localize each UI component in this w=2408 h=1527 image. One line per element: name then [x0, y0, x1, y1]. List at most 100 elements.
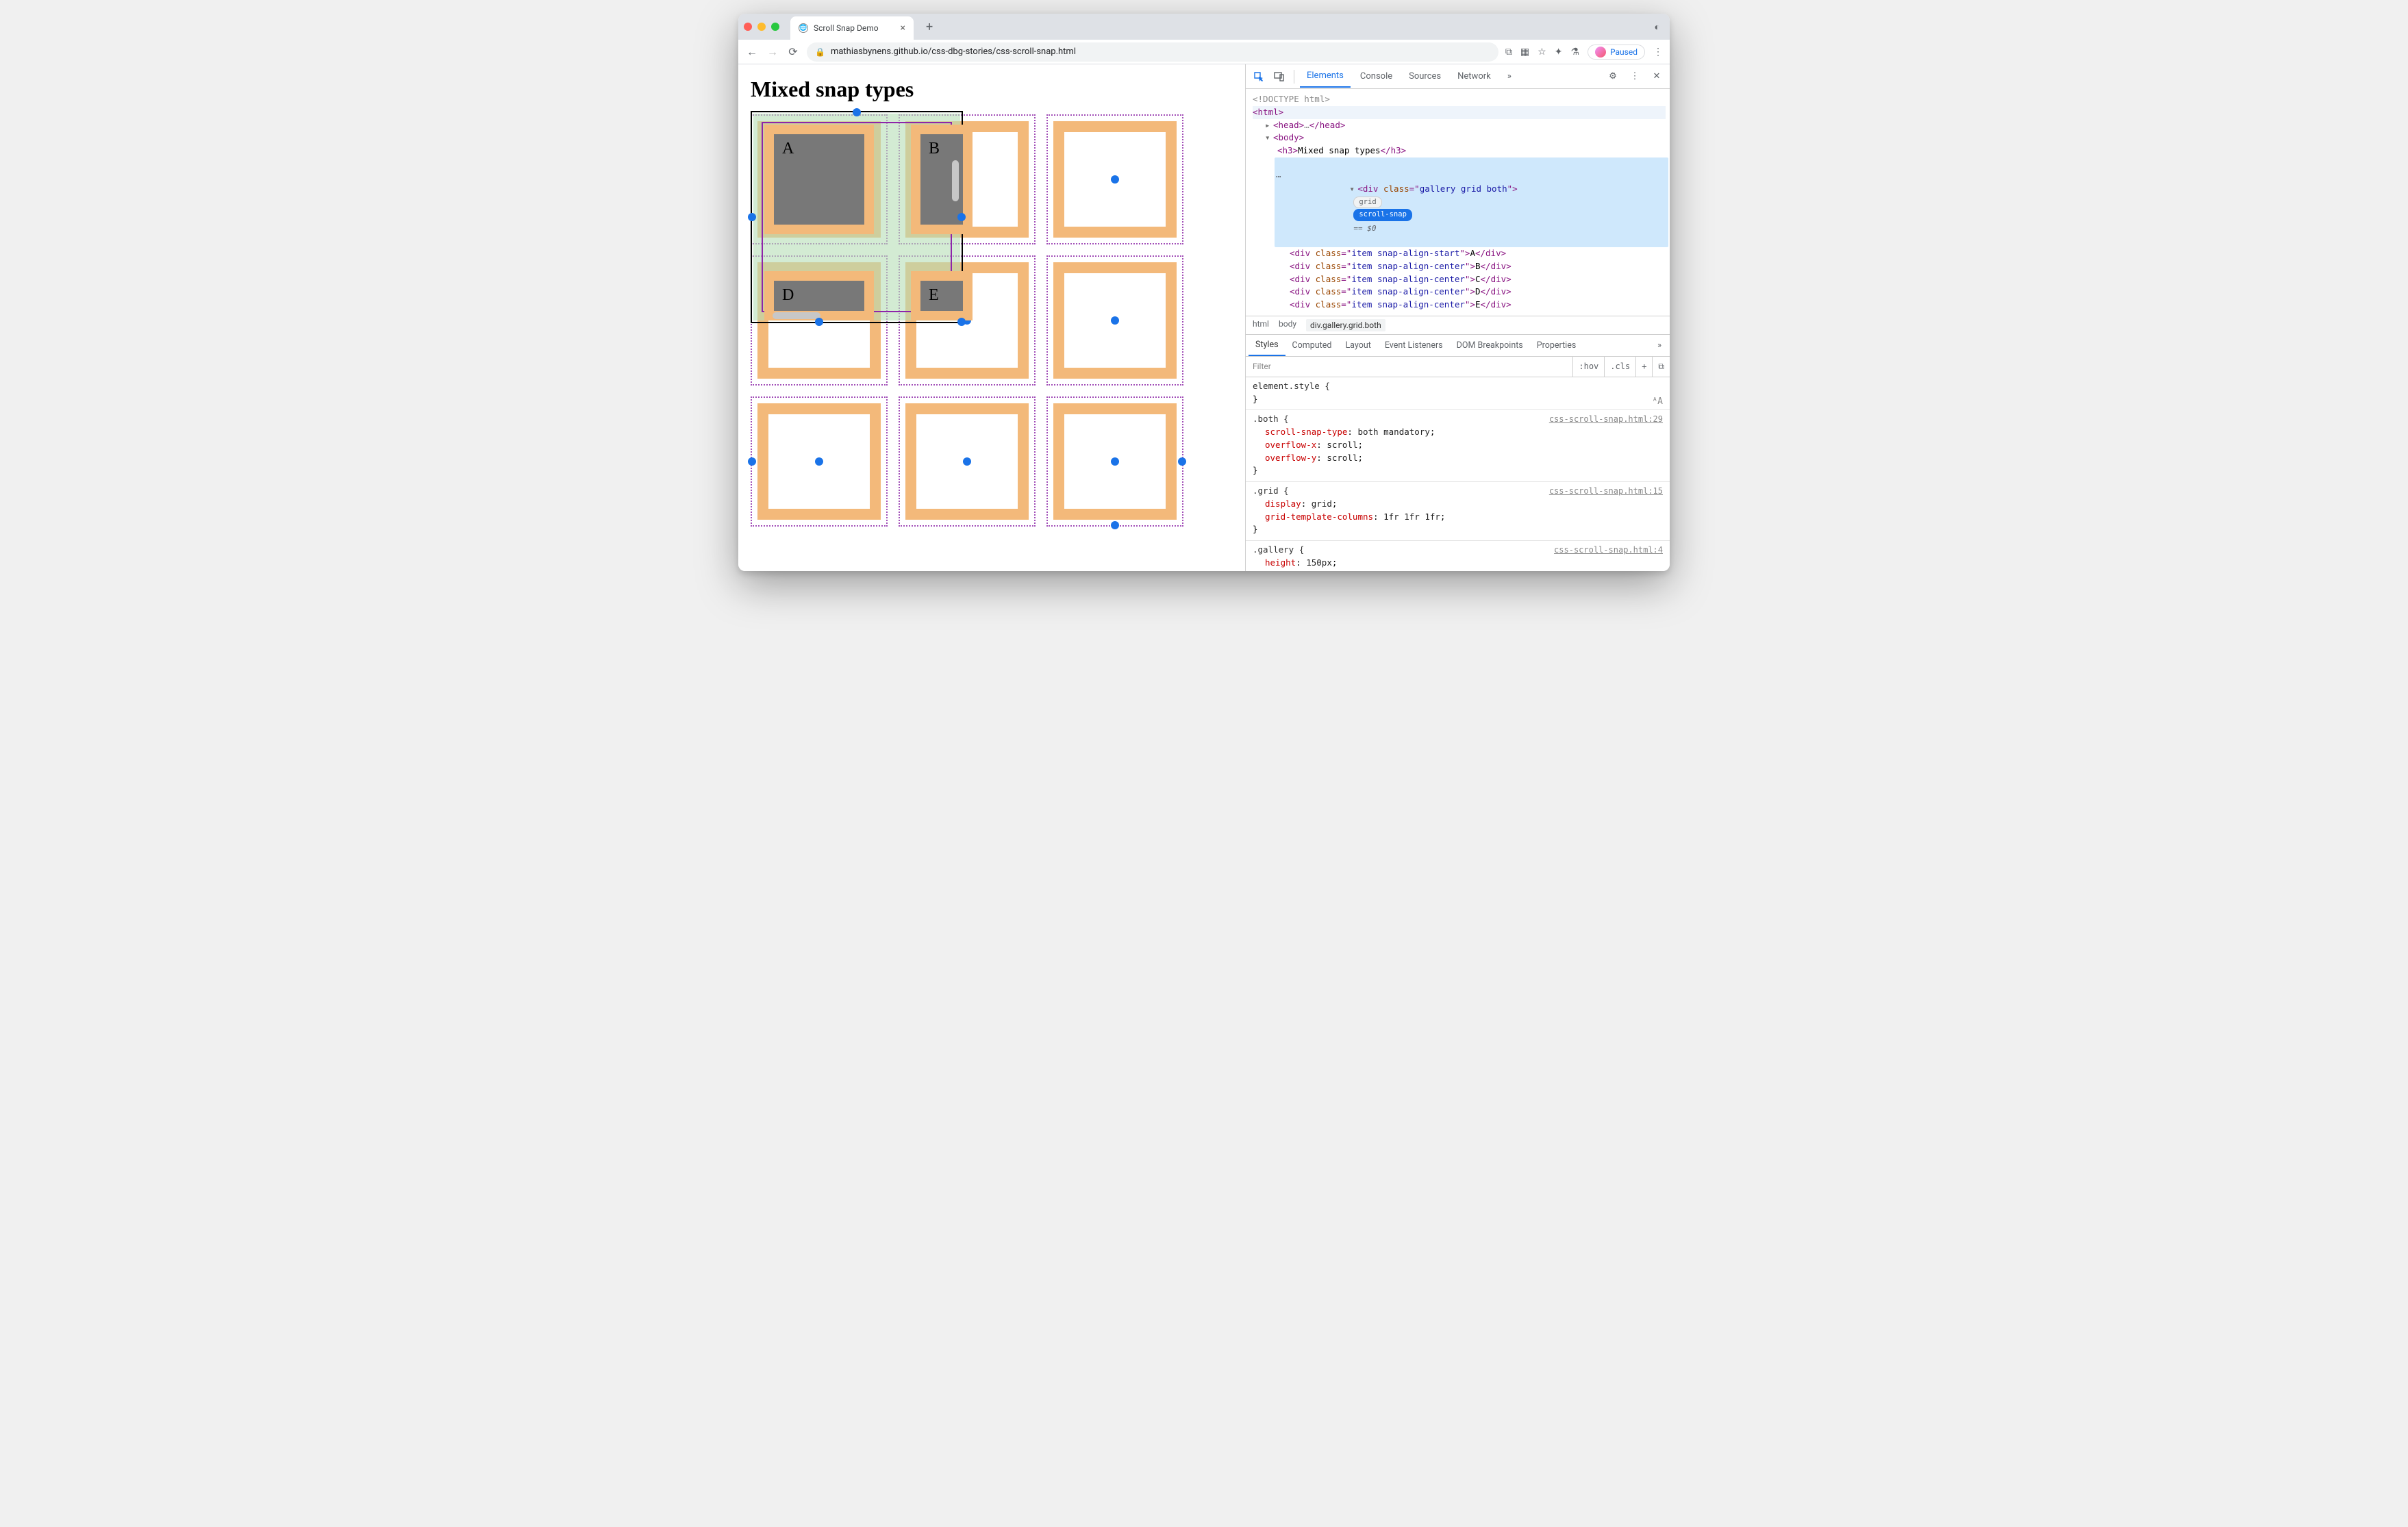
rule-source-link[interactable]: css-scroll-snap.html:29 [1549, 413, 1663, 425]
snap-tile-a: A [764, 125, 874, 234]
cls-toggle[interactable]: .cls [1604, 357, 1635, 377]
devtools-panel: Elements Console Sources Network » ⚙ ⋮ ✕… [1245, 64, 1670, 571]
subtab-properties[interactable]: Properties [1530, 336, 1583, 355]
devtools-tab-elements[interactable]: Elements [1300, 65, 1351, 88]
styles-tabbar: Styles Computed Layout Event Listeners D… [1246, 335, 1670, 357]
window-controls [744, 23, 779, 31]
close-window-button[interactable] [744, 23, 752, 31]
profile-paused-chip[interactable]: Paused [1588, 45, 1645, 60]
snap-point-icon [957, 318, 966, 326]
labs-icon[interactable]: ⚗ [1570, 47, 1579, 58]
vertical-scrollbar-thumb[interactable] [952, 160, 959, 201]
rule-source-link[interactable]: css-scroll-snap.html:15 [1549, 485, 1663, 497]
close-tab-icon[interactable]: × [901, 23, 905, 34]
css-rule[interactable]: css-scroll-snap.html:4.gallery {height: … [1246, 541, 1670, 571]
new-tab-button[interactable]: + [919, 20, 940, 34]
snap-item [899, 396, 1036, 527]
subtabs-more[interactable]: » [1652, 336, 1667, 355]
subtab-layout[interactable]: Layout [1338, 336, 1377, 355]
dom-tree[interactable]: <!DOCTYPE html> <html> ▸<head>…</head> ▾… [1246, 89, 1670, 316]
address-bar[interactable]: 🔒 mathiasbynens.github.io/css-dbg-storie… [807, 42, 1498, 62]
toolbar-right: ⧉ ▦ ☆ ✦ ⚗ Paused ⋮ [1505, 45, 1663, 60]
reload-button[interactable]: ⟳ [786, 45, 800, 58]
styles-filter-input[interactable]: Filter [1246, 362, 1572, 371]
back-button[interactable]: ← [745, 45, 759, 59]
lock-icon: 🔒 [815, 47, 825, 57]
crumb-html[interactable]: html [1253, 319, 1269, 331]
toolbar: ← → ⟳ 🔒 mathiasbynens.github.io/css-dbg-… [738, 40, 1670, 64]
crumb-selected[interactable]: div.gallery.grid.both [1306, 319, 1385, 331]
tile-label: D [782, 286, 794, 304]
css-rule[interactable]: css-scroll-snap.html:29.both {scroll-sna… [1246, 410, 1670, 482]
snap-item [1046, 396, 1183, 527]
dom-child-node[interactable]: <div class="item snap-align-center">E</d… [1290, 299, 1666, 312]
devtools-tabbar: Elements Console Sources Network » ⚙ ⋮ ✕ [1246, 64, 1670, 89]
hov-toggle[interactable]: :hov [1572, 357, 1604, 377]
snap-point-icon [1178, 457, 1186, 466]
minimize-window-button[interactable] [757, 23, 766, 31]
snap-item [1046, 255, 1183, 386]
dom-child-node[interactable]: <div class="item snap-align-center">B</d… [1290, 260, 1666, 273]
maximize-window-button[interactable] [771, 23, 779, 31]
content-row: Mixed snap types [738, 64, 1670, 571]
snap-point-icon [815, 318, 823, 326]
qr-icon[interactable]: ▦ [1520, 47, 1529, 58]
crumb-body[interactable]: body [1279, 319, 1296, 331]
devtools-tab-network[interactable]: Network [1451, 66, 1498, 87]
snap-item [751, 396, 888, 527]
dom-breadcrumbs[interactable]: html body div.gallery.grid.both [1246, 316, 1670, 335]
snap-item [1046, 114, 1183, 244]
account-status-icon[interactable]: ◐ [1655, 21, 1660, 33]
font-size-icon[interactable]: ᴬA [1652, 395, 1663, 409]
page-heading: Mixed snap types [751, 77, 1233, 102]
device-icon[interactable]: ⧉ [1505, 47, 1512, 58]
snap-point-icon [748, 213, 756, 221]
dom-doctype: <!DOCTYPE html> [1253, 93, 1666, 106]
scroll-snap-badge[interactable]: scroll-snap [1353, 209, 1412, 221]
computed-toggle-icon[interactable]: ⧉ [1652, 357, 1670, 377]
rule-source-link[interactable]: css-scroll-snap.html:4 [1554, 544, 1663, 556]
subtab-computed[interactable]: Computed [1285, 336, 1339, 355]
scroll-snap-viewport-overlay: A B D E [751, 111, 963, 323]
dom-selected-node[interactable]: ⋯ ▾<div class="gallery grid both"> grid … [1275, 157, 1668, 247]
more-menu-icon[interactable]: ⋮ [1626, 68, 1644, 86]
dollar-zero-hint: == $0 [1353, 224, 1376, 233]
dom-child-node[interactable]: <div class="item snap-align-center">C</d… [1290, 273, 1666, 286]
snap-point-icon [1111, 521, 1119, 529]
css-rule[interactable]: css-scroll-snap.html:15.grid {display: g… [1246, 482, 1670, 541]
dom-html-open[interactable]: <html> [1253, 107, 1283, 117]
devtools-tab-sources[interactable]: Sources [1402, 66, 1448, 87]
menu-icon[interactable]: ⋮ [1653, 47, 1663, 58]
new-rule-button[interactable]: + [1635, 357, 1652, 377]
subtab-styles[interactable]: Styles [1249, 335, 1285, 356]
snap-tile-e: E [911, 271, 973, 320]
subtab-dom-breakpoints[interactable]: DOM Breakpoints [1450, 336, 1530, 355]
snap-point-icon [957, 213, 966, 221]
devtools-tabs-more[interactable]: » [1501, 66, 1518, 87]
horizontal-scrollbar-thumb[interactable] [773, 312, 820, 319]
extensions-icon[interactable]: ✦ [1555, 47, 1563, 58]
browser-tab[interactable]: 🌐 Scroll Snap Demo × [790, 16, 914, 40]
globe-icon: 🌐 [799, 23, 808, 33]
url-text: mathiasbynens.github.io/css-dbg-stories/… [831, 47, 1076, 57]
grid-badge[interactable]: grid [1353, 197, 1381, 209]
tile-label: E [929, 286, 939, 304]
forward-button[interactable]: → [766, 45, 779, 59]
avatar-icon [1595, 47, 1606, 58]
browser-window: 🌐 Scroll Snap Demo × + ◐ ← → ⟳ 🔒 mathias… [738, 14, 1670, 571]
inspect-element-icon[interactable] [1250, 68, 1268, 86]
bookmark-icon[interactable]: ☆ [1538, 47, 1546, 58]
close-devtools-icon[interactable]: ✕ [1648, 68, 1666, 86]
page-viewport[interactable]: Mixed snap types [738, 64, 1245, 571]
css-rule[interactable]: ᴬAelement.style {} [1246, 377, 1670, 411]
subtab-event-listeners[interactable]: Event Listeners [1378, 336, 1450, 355]
settings-icon[interactable]: ⚙ [1604, 68, 1622, 86]
device-toolbar-icon[interactable] [1270, 68, 1288, 86]
tab-title: Scroll Snap Demo [814, 23, 879, 33]
tile-label: B [929, 140, 940, 157]
styles-pane[interactable]: ᴬAelement.style {}css-scroll-snap.html:2… [1246, 377, 1670, 571]
tile-label: A [782, 140, 794, 157]
dom-child-node[interactable]: <div class="item snap-align-start">A</di… [1290, 247, 1666, 260]
dom-child-node[interactable]: <div class="item snap-align-center">D</d… [1290, 286, 1666, 299]
devtools-tab-console[interactable]: Console [1353, 66, 1399, 87]
